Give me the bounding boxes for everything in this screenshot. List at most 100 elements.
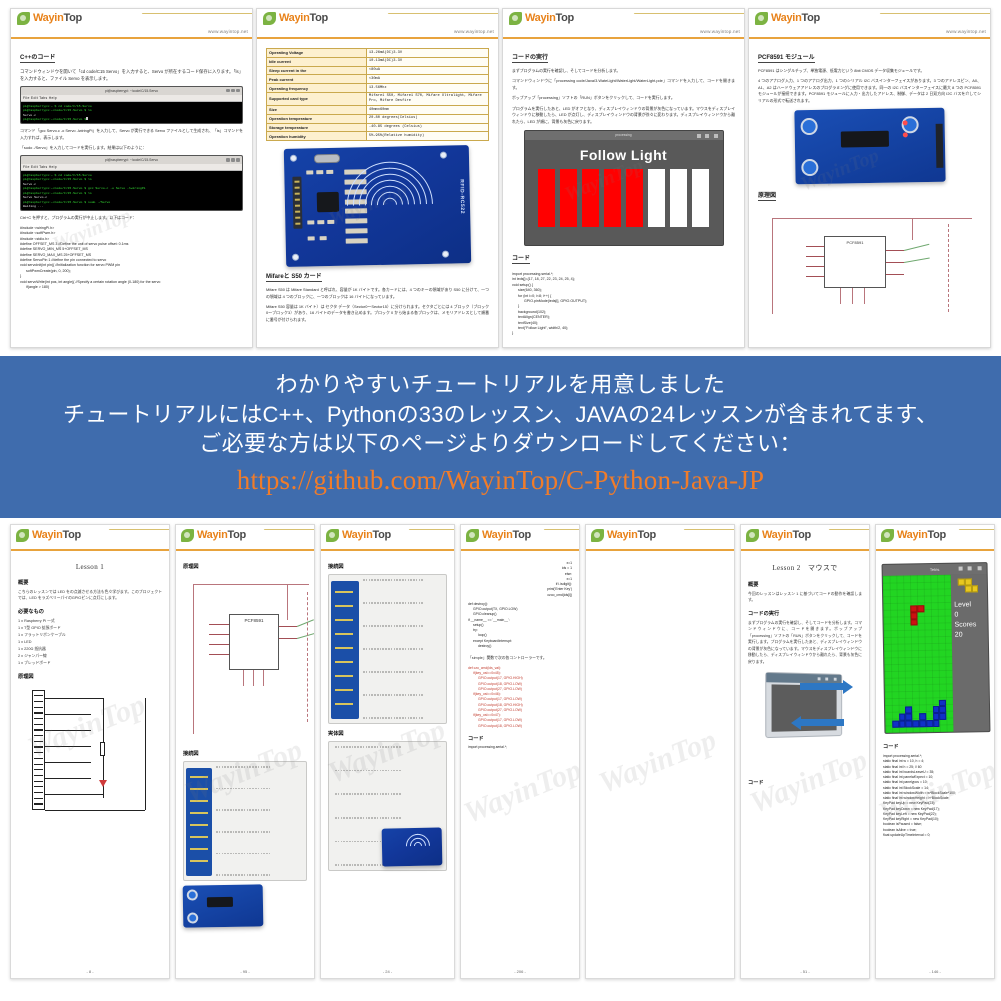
section-text: 今回のレッスンはレッスン 1 に基づいてコードの動作を確認します。 bbox=[748, 592, 862, 603]
code-line: czoo_cmd(ids[i]) bbox=[547, 592, 572, 597]
maximize-icon[interactable] bbox=[824, 677, 829, 681]
canvas-title: Follow Light bbox=[579, 147, 668, 164]
code-line: destroy() bbox=[478, 643, 492, 648]
document-page-cpp-code[interactable]: WayinTop www.wayintop.net C++のコード コマンドウィ… bbox=[10, 8, 253, 348]
close-icon[interactable] bbox=[977, 566, 982, 571]
breadboard-holes bbox=[363, 579, 442, 719]
document-page-code-run[interactable]: WayinTop www.wayintop.net コードの実行 まずプログラム… bbox=[502, 8, 745, 348]
document-page-lesson1[interactable]: WayinTop Lesson 1 概要 こちらのレッスンでは LED をの点滅… bbox=[10, 524, 170, 979]
page-number: - 8 - bbox=[86, 969, 94, 974]
section-heading: コードの実行 bbox=[748, 610, 780, 617]
page-body: x=1 ids = 1 else: x=1 if i.isdigit(): pr… bbox=[461, 551, 579, 756]
code-listing: #include <wiringPi.h> #include <softPwm.… bbox=[20, 226, 243, 291]
table-row: Sleep current in the <80uA bbox=[266, 65, 490, 76]
page-header: WayinTop bbox=[11, 525, 169, 551]
section-title: PCF8591 モジュール bbox=[758, 52, 815, 63]
document-page-wiring[interactable]: WayinTop 接続図 実体図 - 24 - bbox=[320, 524, 455, 979]
document-page-lesson2[interactable]: WayinTop Lesson 2 マウスで 概要 今回のレッスンはレッスン 1… bbox=[740, 524, 870, 979]
brand-name-part2: Top bbox=[372, 529, 392, 541]
close-icon[interactable] bbox=[833, 677, 837, 681]
header-url: www.wayintop.net bbox=[946, 29, 986, 34]
processing-display-window[interactable]: processing Follow Light bbox=[523, 130, 724, 247]
header-swoosh-decoration bbox=[376, 13, 498, 29]
spec-value: 40mmx60mm bbox=[365, 104, 490, 115]
mounting-hole bbox=[289, 154, 298, 162]
document-page-pcf8591[interactable]: WayinTop www.wayintop.net PCF8591 モジュール … bbox=[748, 8, 991, 348]
window-controls[interactable] bbox=[226, 88, 240, 93]
section-title: 原理図 bbox=[758, 190, 777, 202]
next-piece-preview bbox=[954, 578, 984, 597]
document-page-tetris[interactable]: WayinTop Tetris Level 0 Scores 20 コード im… bbox=[875, 524, 995, 979]
paragraph: コマンドウィンドウを開いて「cd code/C15 Servo」を入力すると、S… bbox=[20, 69, 243, 82]
page-header: WayinTop bbox=[741, 525, 869, 551]
section-heading: 接続図 bbox=[183, 751, 199, 757]
note-text: 「simple」関数で次の各コントローラーです。 bbox=[468, 656, 547, 661]
promo-banner: わかりやすいチュートリアルを用意しました チュートリアルにはC++、Python… bbox=[0, 356, 1001, 522]
maximize-icon[interactable] bbox=[704, 133, 709, 138]
brand-name-part2: Top bbox=[63, 12, 83, 24]
mounting-hole bbox=[439, 151, 448, 159]
brand-name-part1: Wayin bbox=[32, 529, 63, 541]
terminal-menubar[interactable]: File Edit Tabs Help bbox=[21, 164, 242, 172]
mfrc522-chip bbox=[316, 191, 340, 213]
document-page-rfid-spec[interactable]: WayinTop www.wayintop.net Operating Volt… bbox=[256, 8, 499, 348]
close-icon[interactable] bbox=[713, 133, 718, 138]
minimize-icon[interactable] bbox=[958, 566, 963, 571]
maximize-icon[interactable] bbox=[967, 566, 972, 571]
mounting-hole bbox=[291, 253, 300, 261]
minimize-icon[interactable] bbox=[817, 676, 821, 681]
mouse-illustration bbox=[748, 671, 862, 773]
led-bar bbox=[670, 169, 687, 228]
brand-name-part1: Wayin bbox=[762, 529, 793, 541]
section-title: Mifareと S50 カード bbox=[266, 271, 322, 283]
terminal-title: pi@raspberrypi: ~/code/C/15.Servo bbox=[104, 158, 159, 163]
document-page-blank[interactable]: WayinTop WayinTop bbox=[585, 524, 735, 979]
window-title: processing bbox=[615, 133, 632, 138]
spec-value: <30mA bbox=[365, 74, 490, 85]
led-bar bbox=[626, 169, 643, 228]
pcf8591-module-image bbox=[793, 107, 946, 185]
tetris-game-window[interactable]: Tetris Level 0 Scores 20 bbox=[881, 562, 991, 734]
page-body bbox=[586, 551, 734, 563]
terminal-menubar[interactable]: File Edit Tabs Help bbox=[21, 95, 242, 103]
spec-value: 10-13mA(DC)3.3V bbox=[365, 56, 490, 67]
specification-table: Operating Voltage 13-26mA(DC)3.3V Idle cu… bbox=[266, 48, 490, 142]
list-item: 1 x フラットリボンケーブル bbox=[18, 632, 66, 637]
led-bar bbox=[648, 169, 665, 228]
pin-header bbox=[935, 123, 943, 169]
paragraph: コマンドウィンドウに「processing code/Java/3.WateLi… bbox=[512, 78, 735, 90]
watermark: WayinTop bbox=[594, 723, 721, 800]
window-title: Tetris bbox=[929, 566, 940, 573]
terminal-titlebar: pi@raspberrypi: ~/code/C/15.Servo bbox=[21, 87, 242, 96]
page-body: C++のコード コマンドウィンドウを開いて「cd code/C15 Servo」… bbox=[11, 39, 252, 297]
brand-name-part2: Top bbox=[801, 12, 821, 24]
leaf-icon bbox=[591, 529, 604, 542]
leaf-icon bbox=[881, 529, 894, 542]
header-url: www.wayintop.net bbox=[700, 29, 740, 34]
table-row: Supported card type Mifare1 S50, Mifare1 … bbox=[266, 91, 490, 106]
tetris-playfield[interactable] bbox=[882, 574, 954, 734]
spec-key: Peak current bbox=[266, 74, 367, 85]
minimize-icon[interactable] bbox=[696, 133, 701, 138]
header-swoosh-decoration bbox=[130, 13, 252, 29]
mounting-hole bbox=[441, 250, 450, 258]
spec-value: 13-26mA(DC)3.3V bbox=[365, 48, 490, 58]
brand-name-part1: Wayin bbox=[197, 529, 228, 541]
resistor-symbol bbox=[100, 742, 105, 757]
window-controls[interactable] bbox=[226, 158, 240, 162]
pcf8591-ic bbox=[840, 130, 889, 148]
code-line: if(angle > 180) bbox=[26, 285, 50, 290]
page-number: - 51 - bbox=[800, 969, 810, 974]
page-header: WayinTop www.wayintop.net bbox=[11, 9, 252, 39]
banner-line-1: わかりやすいチュートリアルを用意しました bbox=[275, 372, 726, 397]
terminal-window-1: pi@raspberrypi: ~/code/C/15.Servo File E… bbox=[20, 86, 243, 125]
paragraph: Mifare S50 容量は 1K バイト）は セクタ データ（Sector0～… bbox=[266, 303, 489, 322]
document-page-python-code[interactable]: WayinTop x=1 ids = 1 else: x=1 if i.isdi… bbox=[460, 524, 580, 979]
leaf-icon bbox=[326, 529, 339, 542]
spec-value: <80uA bbox=[365, 65, 490, 76]
led-bar bbox=[692, 169, 709, 228]
github-url-link[interactable]: https://github.com/WayinTop/C-Python-Jav… bbox=[0, 465, 1001, 496]
document-page-pcf8591-schematic[interactable]: WayinTop 原理図 PCF8591 接続図 - 95 - bbox=[175, 524, 315, 979]
game-sidebar: Level 0 Scores 20 bbox=[950, 574, 990, 734]
code-line: import processing.serial.*; bbox=[468, 744, 508, 749]
